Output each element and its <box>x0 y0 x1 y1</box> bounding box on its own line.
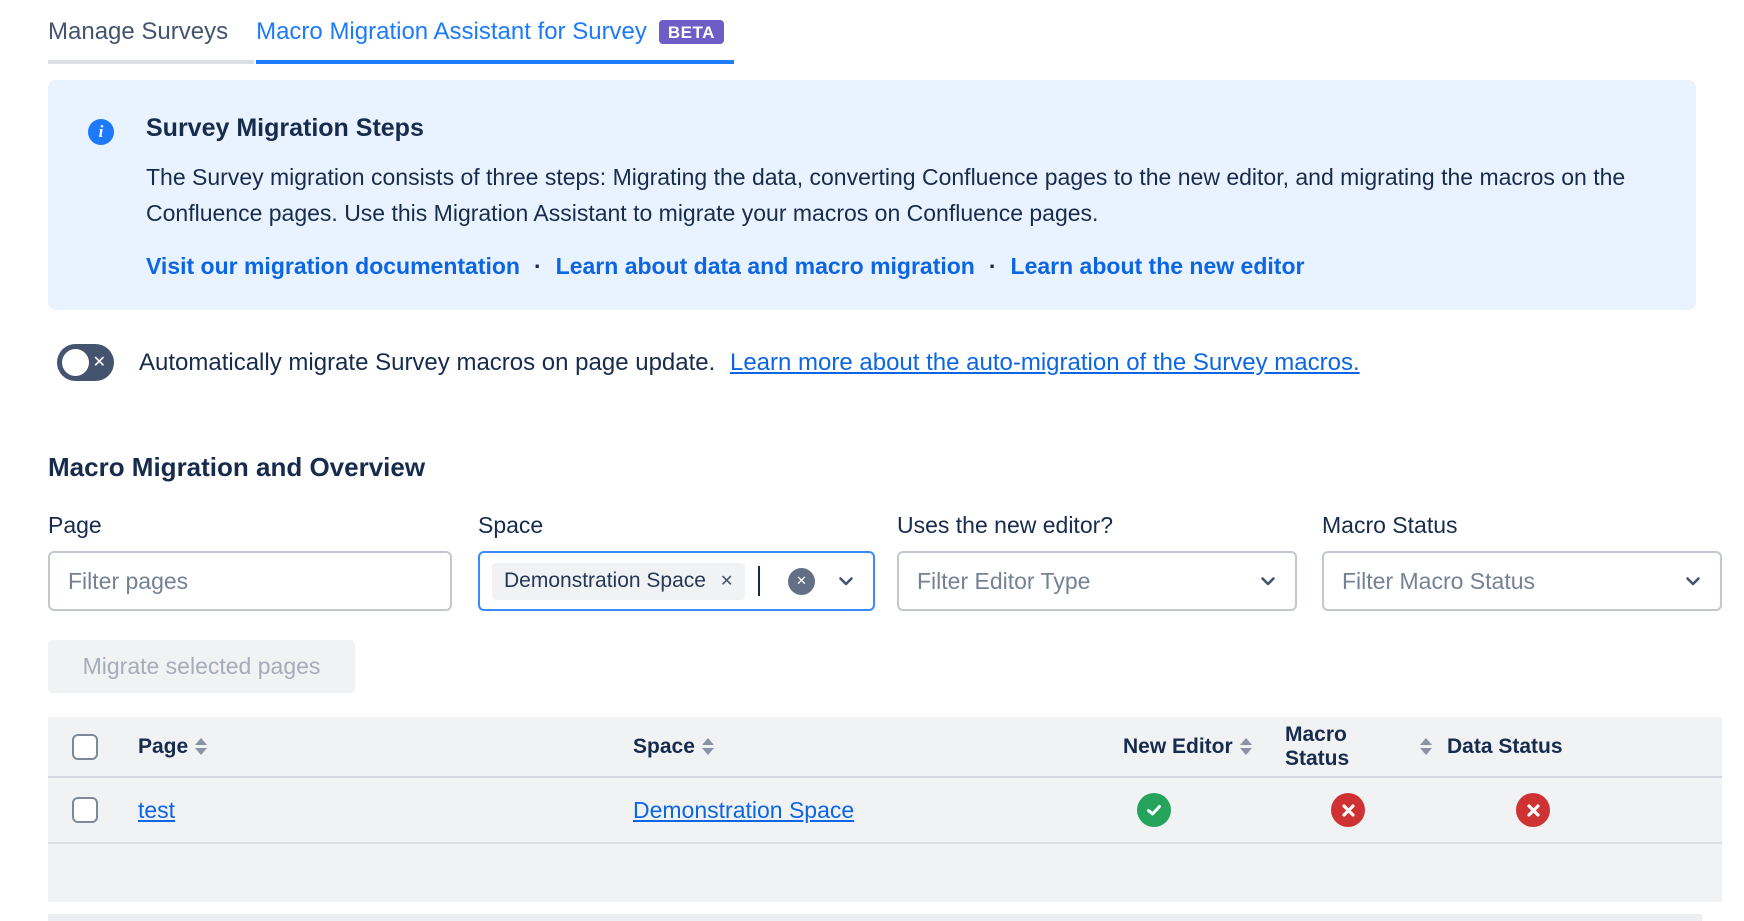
editor-select-controls <box>1237 572 1295 590</box>
migrate-selected-pages-button[interactable]: Migrate selected pages <box>48 640 355 693</box>
table-header-row: Page Space New Editor Macro Status Data … <box>48 717 1722 778</box>
info-panel-content: Survey Migration Steps The Survey migrat… <box>146 114 1656 310</box>
macro-migration-page: Manage Surveys Macro Migration Assistant… <box>0 0 1744 921</box>
section-title: Macro Migration and Overview <box>48 452 426 482</box>
header-page-label: Page <box>138 734 189 758</box>
info-panel-body: The Survey migration consists of three s… <box>146 164 1626 226</box>
row-checkbox-cell <box>48 797 123 823</box>
header-data-status: Data Status <box>1432 735 1722 759</box>
link-separator: · <box>534 253 542 279</box>
header-space: Space <box>618 735 1108 759</box>
auto-migration-learn-more-link[interactable]: Learn more about the auto-migration of t… <box>730 349 1360 376</box>
tab-label: Manage Surveys <box>48 18 229 45</box>
info-panel-title: Survey Migration Steps <box>146 114 424 142</box>
row-page-cell: test <box>123 797 618 824</box>
row-new-editor-cell <box>1108 793 1270 827</box>
tab-macro-migration-assistant[interactable]: Macro Migration Assistant for Survey BET… <box>256 18 734 64</box>
filter-space-label: Space <box>478 512 544 538</box>
space-filter-select[interactable]: Demonstration Space ✕ ✕ <box>478 551 875 611</box>
sort-icon[interactable] <box>195 738 208 755</box>
success-check-icon <box>1137 793 1171 827</box>
macro-status-placeholder: Filter Macro Status <box>1342 567 1535 594</box>
sort-icon[interactable] <box>1239 738 1252 755</box>
auto-migration-row: ✕ Automatically migrate Survey macros on… <box>57 344 1360 381</box>
header-checkbox-cell <box>48 733 123 760</box>
filter-editor-type: Uses the new editor? Filter Editor Type <box>897 512 1297 611</box>
info-panel: i Survey Migration Steps The Survey migr… <box>48 80 1696 310</box>
editor-type-select[interactable]: Filter Editor Type <box>897 551 1297 611</box>
beta-badge: BETA <box>658 20 724 44</box>
select-all-checkbox[interactable] <box>72 733 98 760</box>
header-space-label: Space <box>633 734 695 758</box>
page-link[interactable]: test <box>138 797 175 824</box>
sort-icon[interactable] <box>701 738 714 755</box>
auto-migration-toggle[interactable]: ✕ <box>57 344 114 381</box>
chevron-down-icon[interactable] <box>1259 572 1277 590</box>
header-page: Page <box>123 735 618 759</box>
macro-status-select[interactable]: Filter Macro Status <box>1322 551 1722 611</box>
link-migration-documentation[interactable]: Visit our migration documentation <box>146 253 520 280</box>
toggle-off-x-icon: ✕ <box>92 353 106 371</box>
header-macro-status: Macro Status <box>1270 723 1432 771</box>
filter-macro-status: Macro Status Filter Macro Status <box>1322 512 1722 611</box>
link-separator: · <box>988 253 997 279</box>
header-new-editor-label: New Editor <box>1123 734 1233 758</box>
filter-page-label: Page <box>48 512 102 538</box>
row-macro-status-cell <box>1270 793 1432 827</box>
row-checkbox[interactable] <box>72 797 98 823</box>
link-new-editor[interactable]: Learn about the new editor <box>1011 253 1305 280</box>
chevron-down-icon[interactable] <box>837 572 855 590</box>
tab-label: Macro Migration Assistant for Survey <box>256 18 647 45</box>
header-new-editor: New Editor <box>1108 735 1270 759</box>
cutoff-panel-edge <box>48 914 1702 921</box>
page-filter-input[interactable] <box>50 567 450 595</box>
filter-space: Space Demonstration Space ✕ ✕ <box>478 512 875 611</box>
chip-remove-icon[interactable]: ✕ <box>720 571 733 591</box>
header-data-status-label: Data Status <box>1447 734 1563 758</box>
clear-all-icon[interactable]: ✕ <box>788 567 815 595</box>
auto-migration-text: Automatically migrate Survey macros on p… <box>139 349 1360 377</box>
tab-bar: Manage Surveys Macro Migration Assistant… <box>48 18 734 64</box>
space-chip-label: Demonstration Space <box>504 569 706 592</box>
error-x-icon <box>1516 793 1550 827</box>
chevron-down-icon[interactable] <box>1684 572 1702 590</box>
tab-manage-surveys[interactable]: Manage Surveys <box>48 18 255 64</box>
filter-page: Page <box>48 512 452 611</box>
link-data-macro-migration[interactable]: Learn about data and macro migration <box>556 253 975 280</box>
space-chip: Demonstration Space ✕ <box>492 562 746 600</box>
space-select-controls: ✕ <box>788 567 873 595</box>
text-cursor <box>758 566 761 596</box>
editor-type-placeholder: Filter Editor Type <box>917 567 1091 594</box>
macro-select-controls <box>1662 572 1720 590</box>
info-panel-links: Visit our migration documentation · Lear… <box>146 253 1656 280</box>
table-row: test Demonstration Space <box>48 778 1722 844</box>
row-data-status-cell <box>1432 793 1722 827</box>
page-filter-control <box>48 551 452 611</box>
info-icon: i <box>88 119 114 145</box>
table-footer-space <box>48 844 1722 902</box>
auto-migration-description: Automatically migrate Survey macros on p… <box>139 348 716 376</box>
header-macro-status-label: Macro Status <box>1285 722 1350 770</box>
error-x-icon <box>1331 793 1365 827</box>
space-link[interactable]: Demonstration Space <box>633 797 854 824</box>
migration-table: Page Space New Editor Macro Status Data … <box>48 717 1722 902</box>
sort-icon[interactable] <box>1420 738 1432 755</box>
filter-editor-label: Uses the new editor? <box>897 512 1114 538</box>
filters-row: Page Space Demonstration Space ✕ ✕ <box>48 512 1722 611</box>
toggle-knob <box>62 349 89 376</box>
row-space-cell: Demonstration Space <box>618 797 1108 824</box>
filter-macro-status-label: Macro Status <box>1322 512 1458 538</box>
